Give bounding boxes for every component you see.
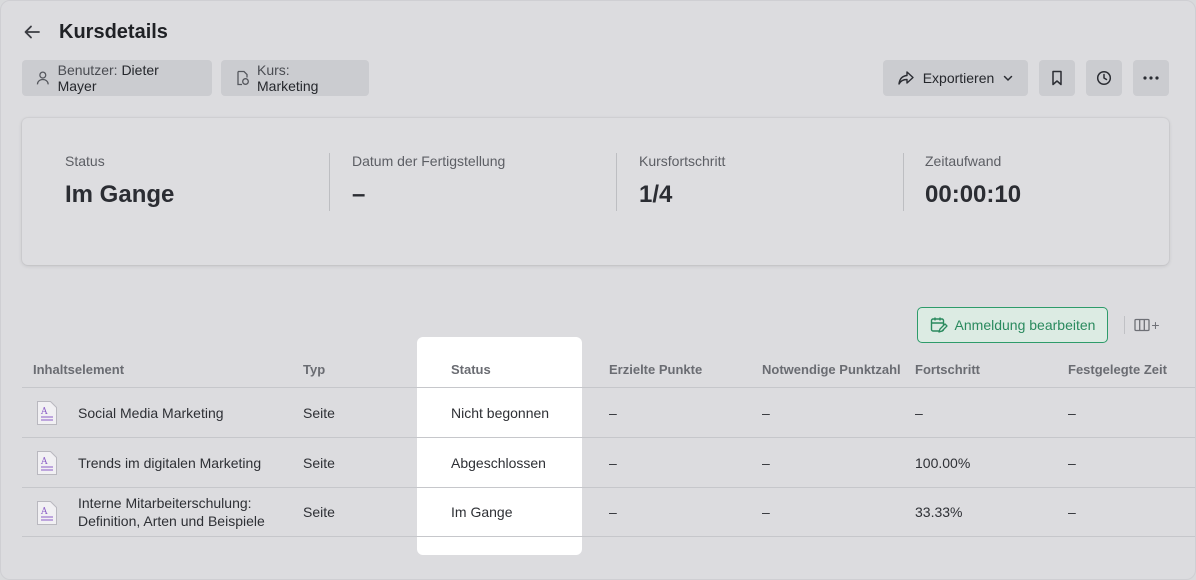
summary-completion-date: Datum der Fertigstellung – [352,153,505,213]
item-type: Seite [303,455,335,471]
edit-enrollment-label: Anmeldung bearbeiten [954,317,1096,333]
item-time: – [1068,455,1076,471]
summary-time-spent: Zeitaufwand 00:00:10 [925,153,1021,213]
bookmark-button[interactable] [1039,60,1075,96]
divider [329,153,330,211]
item-required-points: – [762,455,770,471]
item-status: Abgeschlossen [451,455,546,471]
export-label: Exportieren [922,70,995,86]
summary-status: Status Im Gange [65,153,174,213]
document-icon: A [37,501,57,525]
item-progress: 100.00% [915,455,971,471]
divider [903,153,904,211]
divider [616,153,617,211]
history-button[interactable] [1086,60,1122,96]
arrow-left-icon [24,25,40,39]
item-type: Seite [303,405,335,421]
item-required-points: – [762,405,770,421]
user-filter-chip[interactable]: Benutzer: Dieter Mayer [22,60,212,96]
column-header-type[interactable]: Typ [303,363,325,377]
divider [1124,316,1125,334]
export-button[interactable]: Exportieren [883,60,1028,96]
course-filter-chip[interactable]: Kurs: Marketing [221,60,369,96]
chevron-down-icon [1004,75,1013,82]
item-title[interactable]: Trends im digitalen Marketing [78,454,261,472]
column-header-time[interactable]: Festgelegte Zeit [1068,363,1167,377]
item-required-points: – [762,504,770,520]
bookmark-icon [1052,70,1062,86]
user-chip-label: Benutzer: [57,62,118,78]
course-chip-label: Kurs: [257,62,290,78]
back-button[interactable] [19,19,45,45]
item-points: – [609,455,617,471]
summary-status-label: Status [65,153,105,169]
svg-text:A: A [40,507,48,517]
summary-course-progress: Kursfortschritt 1/4 [639,153,725,213]
column-header-item[interactable]: Inhaltselement [33,363,124,377]
more-options-button[interactable] [1133,60,1169,96]
page-title: Kursdetails [59,21,168,43]
item-title[interactable]: Interne Mitarbeiterschulung: Definition,… [78,494,265,530]
calendar-edit-icon [930,317,948,333]
course-icon [237,70,249,86]
item-progress: 33.33% [915,504,963,520]
edit-enrollment-button[interactable]: Anmeldung bearbeiten [917,307,1108,343]
svg-text:A: A [40,407,48,417]
table-row[interactable]: A Interne Mitarbeiterschulung: Definitio… [22,488,1195,537]
item-status: Im Gange [451,504,513,520]
more-horizontal-icon [1143,76,1159,80]
summary-time-spent-value: 00:00:10 [925,181,1022,208]
item-title-line: Definition, Arten und Beispiele [78,513,265,529]
item-status: Nicht begonnen [451,405,550,421]
item-points: – [609,504,617,520]
summary-status-value: Im Gange [65,181,175,208]
item-type: Seite [303,504,335,520]
document-icon: A [37,451,57,475]
course-chip-value: Marketing [257,78,319,94]
table-row[interactable]: A Social Media Marketing Seite Nicht beg… [22,388,1195,438]
summary-completion-date-label: Datum der Fertigstellung [352,153,506,169]
item-progress: – [915,405,923,421]
summary-course-progress-label: Kursfortschritt [639,153,726,169]
add-column-button[interactable]: + [1131,314,1163,336]
share-icon [898,71,914,85]
item-time: – [1068,405,1076,421]
summary-completion-date-value: – [352,181,366,208]
table-row[interactable]: A Trends im digitalen Marketing Seite Ab… [22,438,1195,488]
item-time: – [1068,504,1076,520]
course-summary-card: Status Im Gange Datum der Fertigstellung… [22,118,1169,265]
plus-icon: + [1151,317,1160,333]
document-icon: A [37,401,57,425]
column-header-status[interactable]: Status [451,363,491,377]
svg-text:A: A [40,457,48,467]
user-icon [36,71,49,85]
column-header-progress[interactable]: Fortschritt [915,363,980,377]
course-details-panel: Kursdetails Benutzer: Dieter Mayer Kurs:… [0,0,1196,580]
item-title-line: Interne Mitarbeiterschulung: [78,495,252,511]
summary-time-spent-label: Zeitaufwand [925,153,1002,169]
columns-icon [1134,318,1151,332]
item-title[interactable]: Social Media Marketing [78,404,224,422]
column-header-points[interactable]: Erzielte Punkte [609,363,702,377]
column-header-required-points[interactable]: Notwendige Punktzahl [762,363,901,377]
item-points: – [609,405,617,421]
summary-course-progress-value: 1/4 [639,181,673,208]
clock-icon [1096,70,1112,86]
